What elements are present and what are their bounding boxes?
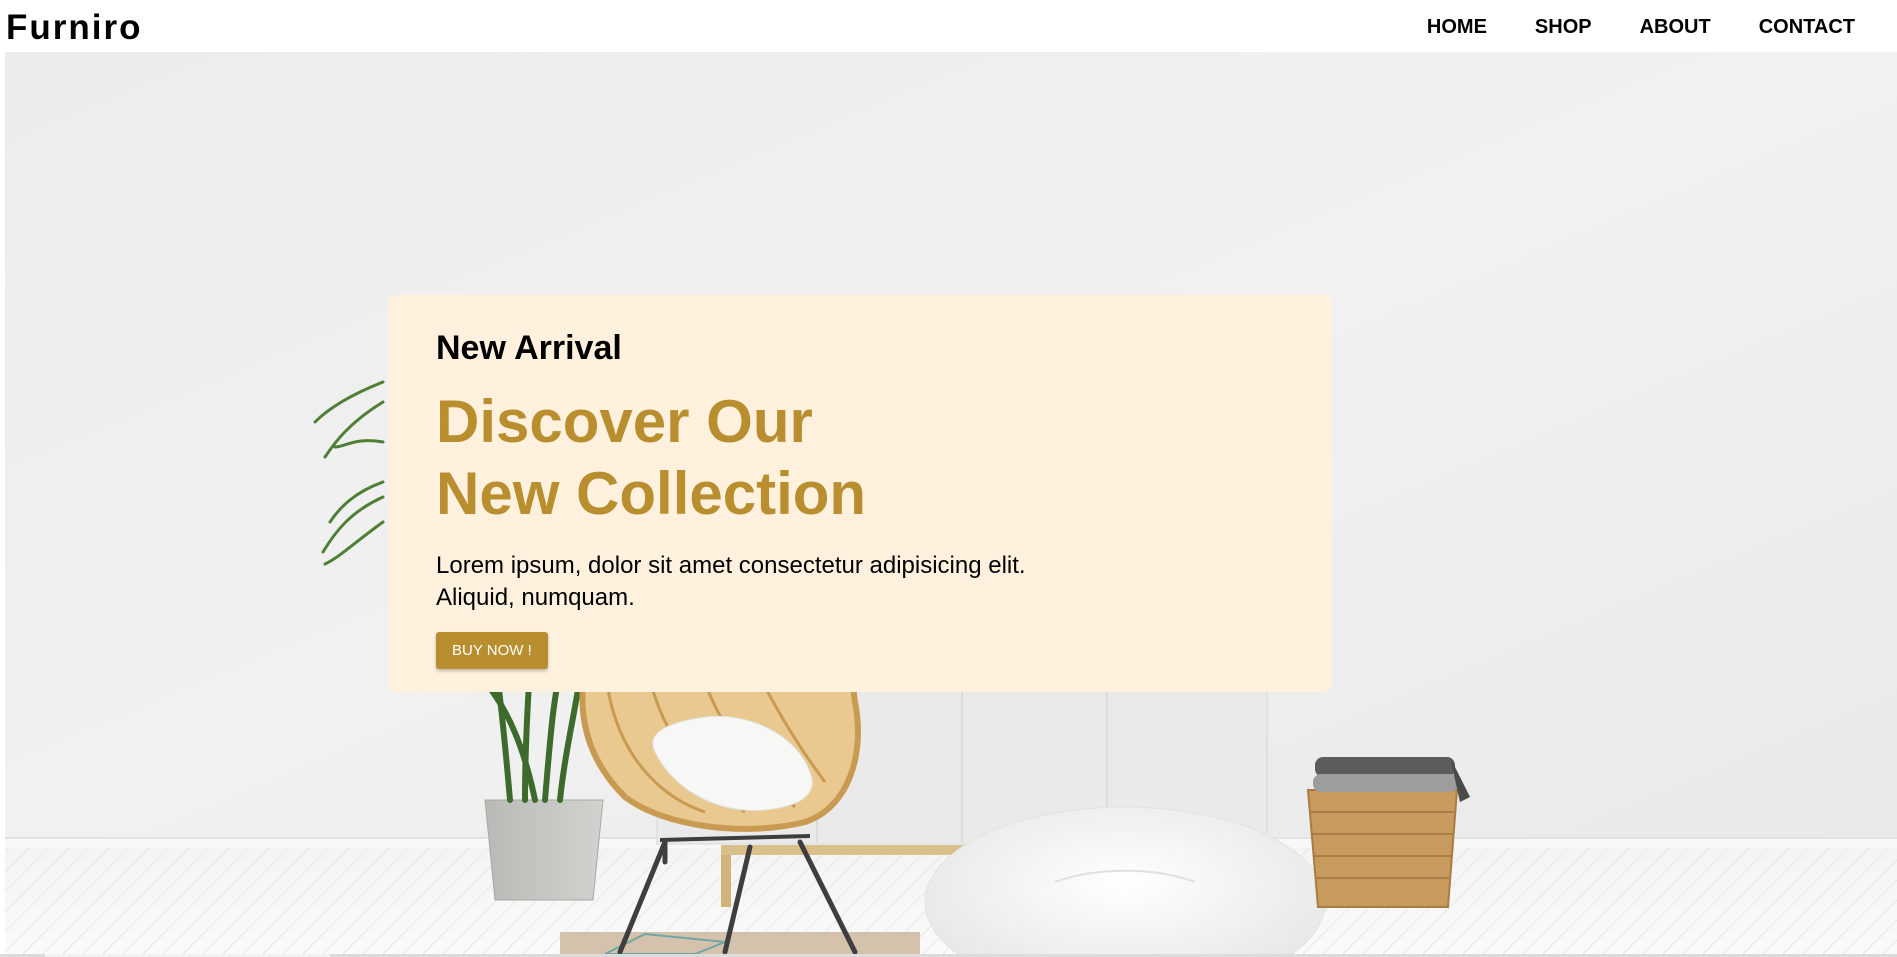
brand-logo[interactable]: Furniro: [6, 8, 142, 48]
hero-description-line-1: Lorem ipsum, dolor sit amet consectetur …: [436, 552, 1026, 579]
hero-headline: Discover Our New Collection: [436, 386, 1284, 530]
top-navbar: Furniro HOME SHOP ABOUT CONTACT: [0, 0, 1897, 52]
basket: [1306, 757, 1470, 908]
nav-link-home[interactable]: HOME: [1427, 16, 1487, 39]
nav-link-about[interactable]: ABOUT: [1640, 16, 1711, 39]
hero-promo-card: New Arrival Discover Our New Collection …: [388, 295, 1332, 692]
hero-headline-line-1: Discover Our: [436, 388, 813, 455]
hero-description: Lorem ipsum, dolor sit amet consectetur …: [436, 550, 1284, 614]
new-arrival-label: New Arrival: [436, 329, 622, 367]
hero-description-line-2: Aliquid, numquam.: [436, 584, 635, 611]
buy-now-button[interactable]: BUY NOW !: [436, 632, 548, 669]
hero-headline-line-2: New Collection: [436, 460, 867, 527]
nav-link-shop[interactable]: SHOP: [1535, 16, 1592, 39]
nav-link-contact[interactable]: CONTACT: [1759, 16, 1855, 39]
main-nav: HOME SHOP ABOUT CONTACT: [1427, 16, 1855, 39]
hero-section: New Arrival Discover Our New Collection …: [5, 52, 1897, 954]
